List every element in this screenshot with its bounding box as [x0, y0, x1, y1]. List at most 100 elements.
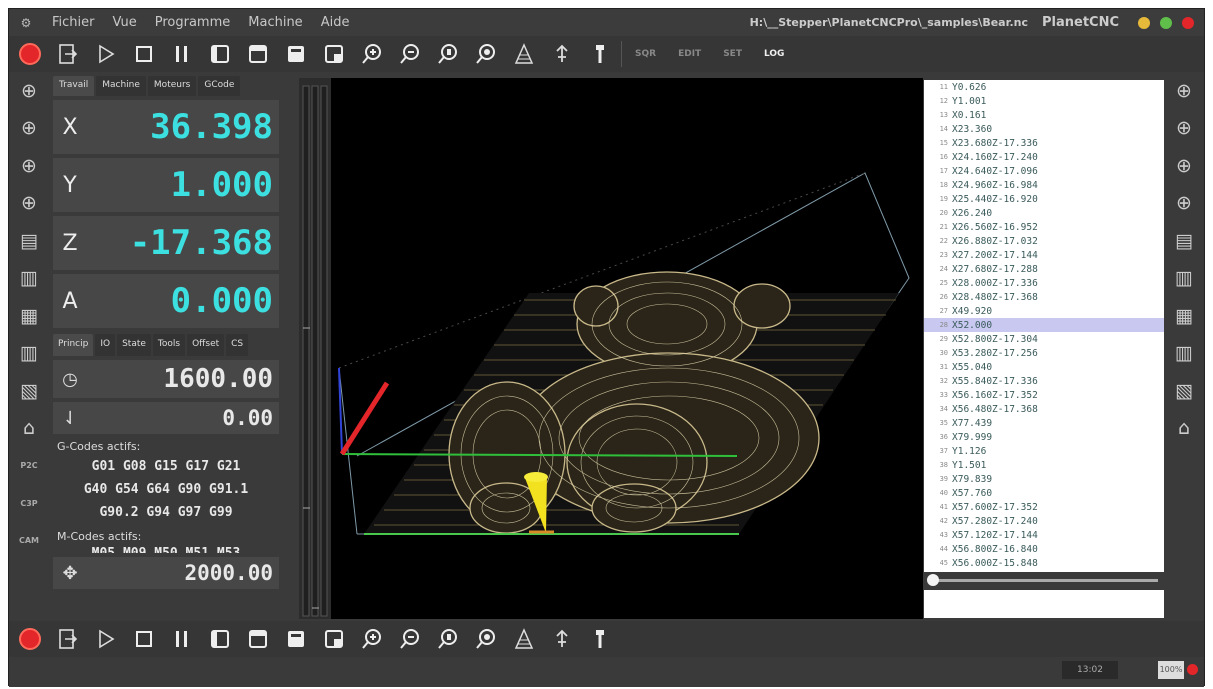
zoom-in-icon[interactable] — [353, 623, 391, 655]
machine-z-icon[interactable]: ▦ — [20, 297, 38, 335]
gcode-line[interactable]: 18 X24.960Z-16.984 — [924, 178, 1164, 192]
gcode-line[interactable]: 20 X26.240 — [924, 206, 1164, 220]
tab-machine[interactable]: Machine — [96, 76, 146, 96]
zoom-level[interactable]: 100% — [1158, 661, 1184, 679]
target-z-icon[interactable]: ⊕ — [1176, 147, 1192, 185]
gcode-line[interactable]: 12 Y1.001 — [924, 94, 1164, 108]
pause-icon[interactable] — [163, 38, 201, 70]
gcode-line[interactable]: 29 X52.800Z-17.304 — [924, 332, 1164, 346]
menu-vue[interactable]: Vue — [104, 15, 146, 30]
gcode-line[interactable]: 32 X55.840Z-17.336 — [924, 374, 1164, 388]
view-iso-icon[interactable] — [315, 623, 353, 655]
home-icon[interactable]: ⌂ — [1178, 410, 1190, 448]
play-icon[interactable] — [87, 623, 125, 655]
gcode-line[interactable]: 11 Y0.626 — [924, 80, 1164, 94]
pause-icon[interactable] — [163, 623, 201, 655]
3d-view-canvas[interactable] — [299, 78, 923, 619]
gcode-line[interactable]: 35 X77.439 — [924, 416, 1164, 430]
gcode-line[interactable]: 42 X57.280Z-17.240 — [924, 514, 1164, 528]
maximize-button[interactable] — [1160, 16, 1172, 29]
menu-fichier[interactable]: Fichier — [43, 15, 104, 30]
gcode-line[interactable]: 16 X24.160Z-17.240 — [924, 150, 1164, 164]
view-top-icon[interactable] — [201, 38, 239, 70]
tab-offset[interactable]: Offset — [187, 334, 225, 356]
target-xy-icon[interactable]: ⊕ — [21, 110, 37, 148]
column-icon[interactable]: ▥ — [1175, 335, 1193, 373]
slider-knob[interactable] — [927, 574, 939, 586]
probe-icon[interactable] — [505, 623, 543, 655]
gcode-line[interactable]: 13 X0.161 — [924, 108, 1164, 122]
emergency-stop-button[interactable] — [11, 38, 49, 70]
target-all-icon[interactable]: ⊕ — [1176, 185, 1192, 223]
machine-icon[interactable]: ▤ — [20, 222, 38, 260]
tab-io[interactable]: IO — [95, 334, 116, 356]
gcode-line[interactable]: 17 X24.640Z-17.096 — [924, 164, 1164, 178]
spindle-icon[interactable] — [581, 623, 619, 655]
jog-speed-row[interactable]: ✥ 2000.00 — [53, 557, 279, 589]
minimize-button[interactable] — [1138, 16, 1150, 29]
c3p-button[interactable]: C3P — [20, 485, 37, 523]
zoom-fit-icon[interactable] — [429, 623, 467, 655]
cam-button[interactable]: CAM — [19, 522, 39, 560]
gcode-line[interactable]: 41 X57.600Z-17.352 — [924, 500, 1164, 514]
gcode-line[interactable]: 21 X26.560Z-16.952 — [924, 220, 1164, 234]
machine-z-icon[interactable]: ▦ — [1175, 297, 1193, 335]
emergency-stop-button[interactable] — [11, 623, 49, 655]
tool-sensor-icon[interactable] — [543, 623, 581, 655]
zoom-extents-icon[interactable] — [467, 38, 505, 70]
gcode-line[interactable]: 34 X56.480Z-17.368 — [924, 402, 1164, 416]
zoom-out-icon[interactable] — [391, 38, 429, 70]
tab-moteurs[interactable]: Moteurs — [147, 76, 197, 96]
menu-aide[interactable]: Aide — [312, 15, 359, 30]
gcode-line[interactable]: 23 X27.200Z-17.144 — [924, 248, 1164, 262]
exit-icon[interactable] — [49, 38, 87, 70]
probe-icon[interactable] — [505, 38, 543, 70]
gcode-line[interactable]: 30 X53.280Z-17.256 — [924, 346, 1164, 360]
gcode-line[interactable]: 14 X23.360 — [924, 122, 1164, 136]
mdi-command-input[interactable] — [924, 590, 1164, 618]
feed-rate-row[interactable]: ◷ 1600.00 — [53, 360, 279, 398]
p2c-button[interactable]: P2C — [20, 447, 37, 485]
view-front-icon[interactable] — [239, 38, 277, 70]
view-front-icon[interactable] — [239, 623, 277, 655]
tab-gcode[interactable]: GCode — [198, 76, 241, 96]
gcode-line[interactable]: 45 X56.000Z-15.848 — [924, 556, 1164, 570]
view-top-icon[interactable] — [201, 623, 239, 655]
gcode-line[interactable]: 38 Y1.501 — [924, 458, 1164, 472]
edit-button[interactable]: EDIT — [678, 49, 701, 59]
gcode-line[interactable]: 37 Y1.126 — [924, 444, 1164, 458]
machine-x-icon[interactable]: ▥ — [20, 260, 38, 298]
machine-icon[interactable]: ▤ — [1175, 222, 1193, 260]
gcode-line[interactable]: 19 X25.440Z-16.920 — [924, 192, 1164, 206]
gcode-line[interactable]: 24 X27.680Z-17.288 — [924, 262, 1164, 276]
tab-cs[interactable]: CS — [226, 334, 249, 356]
gcode-line[interactable]: 39 X79.839 — [924, 472, 1164, 486]
gcode-progress-slider[interactable] — [924, 572, 1164, 588]
gcode-line[interactable]: 44 X56.800Z-16.840 — [924, 542, 1164, 556]
gcode-line[interactable]: 33 X56.160Z-17.352 — [924, 388, 1164, 402]
target-all-icon[interactable]: ⊕ — [21, 185, 37, 223]
tab-state[interactable]: State — [117, 334, 151, 356]
tool-table-icon[interactable]: ▧ — [1175, 372, 1193, 410]
gcode-line[interactable]: 26 X28.480Z-17.368 — [924, 290, 1164, 304]
zoom-fit-icon[interactable] — [429, 38, 467, 70]
gcode-line[interactable]: 28 X52.000 — [924, 318, 1164, 332]
target-z-icon[interactable]: ⊕ — [21, 147, 37, 185]
tab-travail[interactable]: Travail — [53, 76, 95, 96]
zoom-extents-icon[interactable] — [467, 623, 505, 655]
play-icon[interactable] — [87, 38, 125, 70]
app-logo-icon[interactable]: ⚙ — [9, 16, 43, 30]
menu-machine[interactable]: Machine — [239, 15, 311, 30]
spindle-icon[interactable] — [581, 38, 619, 70]
view-side-icon[interactable] — [277, 623, 315, 655]
column-icon[interactable]: ▥ — [20, 335, 38, 373]
log-button[interactable]: LOG — [764, 49, 784, 59]
axis-x-row[interactable]: X 36.398 — [53, 100, 279, 154]
gcode-line[interactable]: 15 X23.680Z-17.336 — [924, 136, 1164, 150]
gcode-line[interactable]: 25 X28.000Z-17.336 — [924, 276, 1164, 290]
tool-table-icon[interactable]: ▧ — [20, 372, 38, 410]
gcode-line[interactable]: 36 X79.999 — [924, 430, 1164, 444]
axis-z-row[interactable]: Z -17.368 — [53, 216, 279, 270]
exit-icon[interactable] — [49, 623, 87, 655]
close-button[interactable] — [1182, 16, 1194, 29]
